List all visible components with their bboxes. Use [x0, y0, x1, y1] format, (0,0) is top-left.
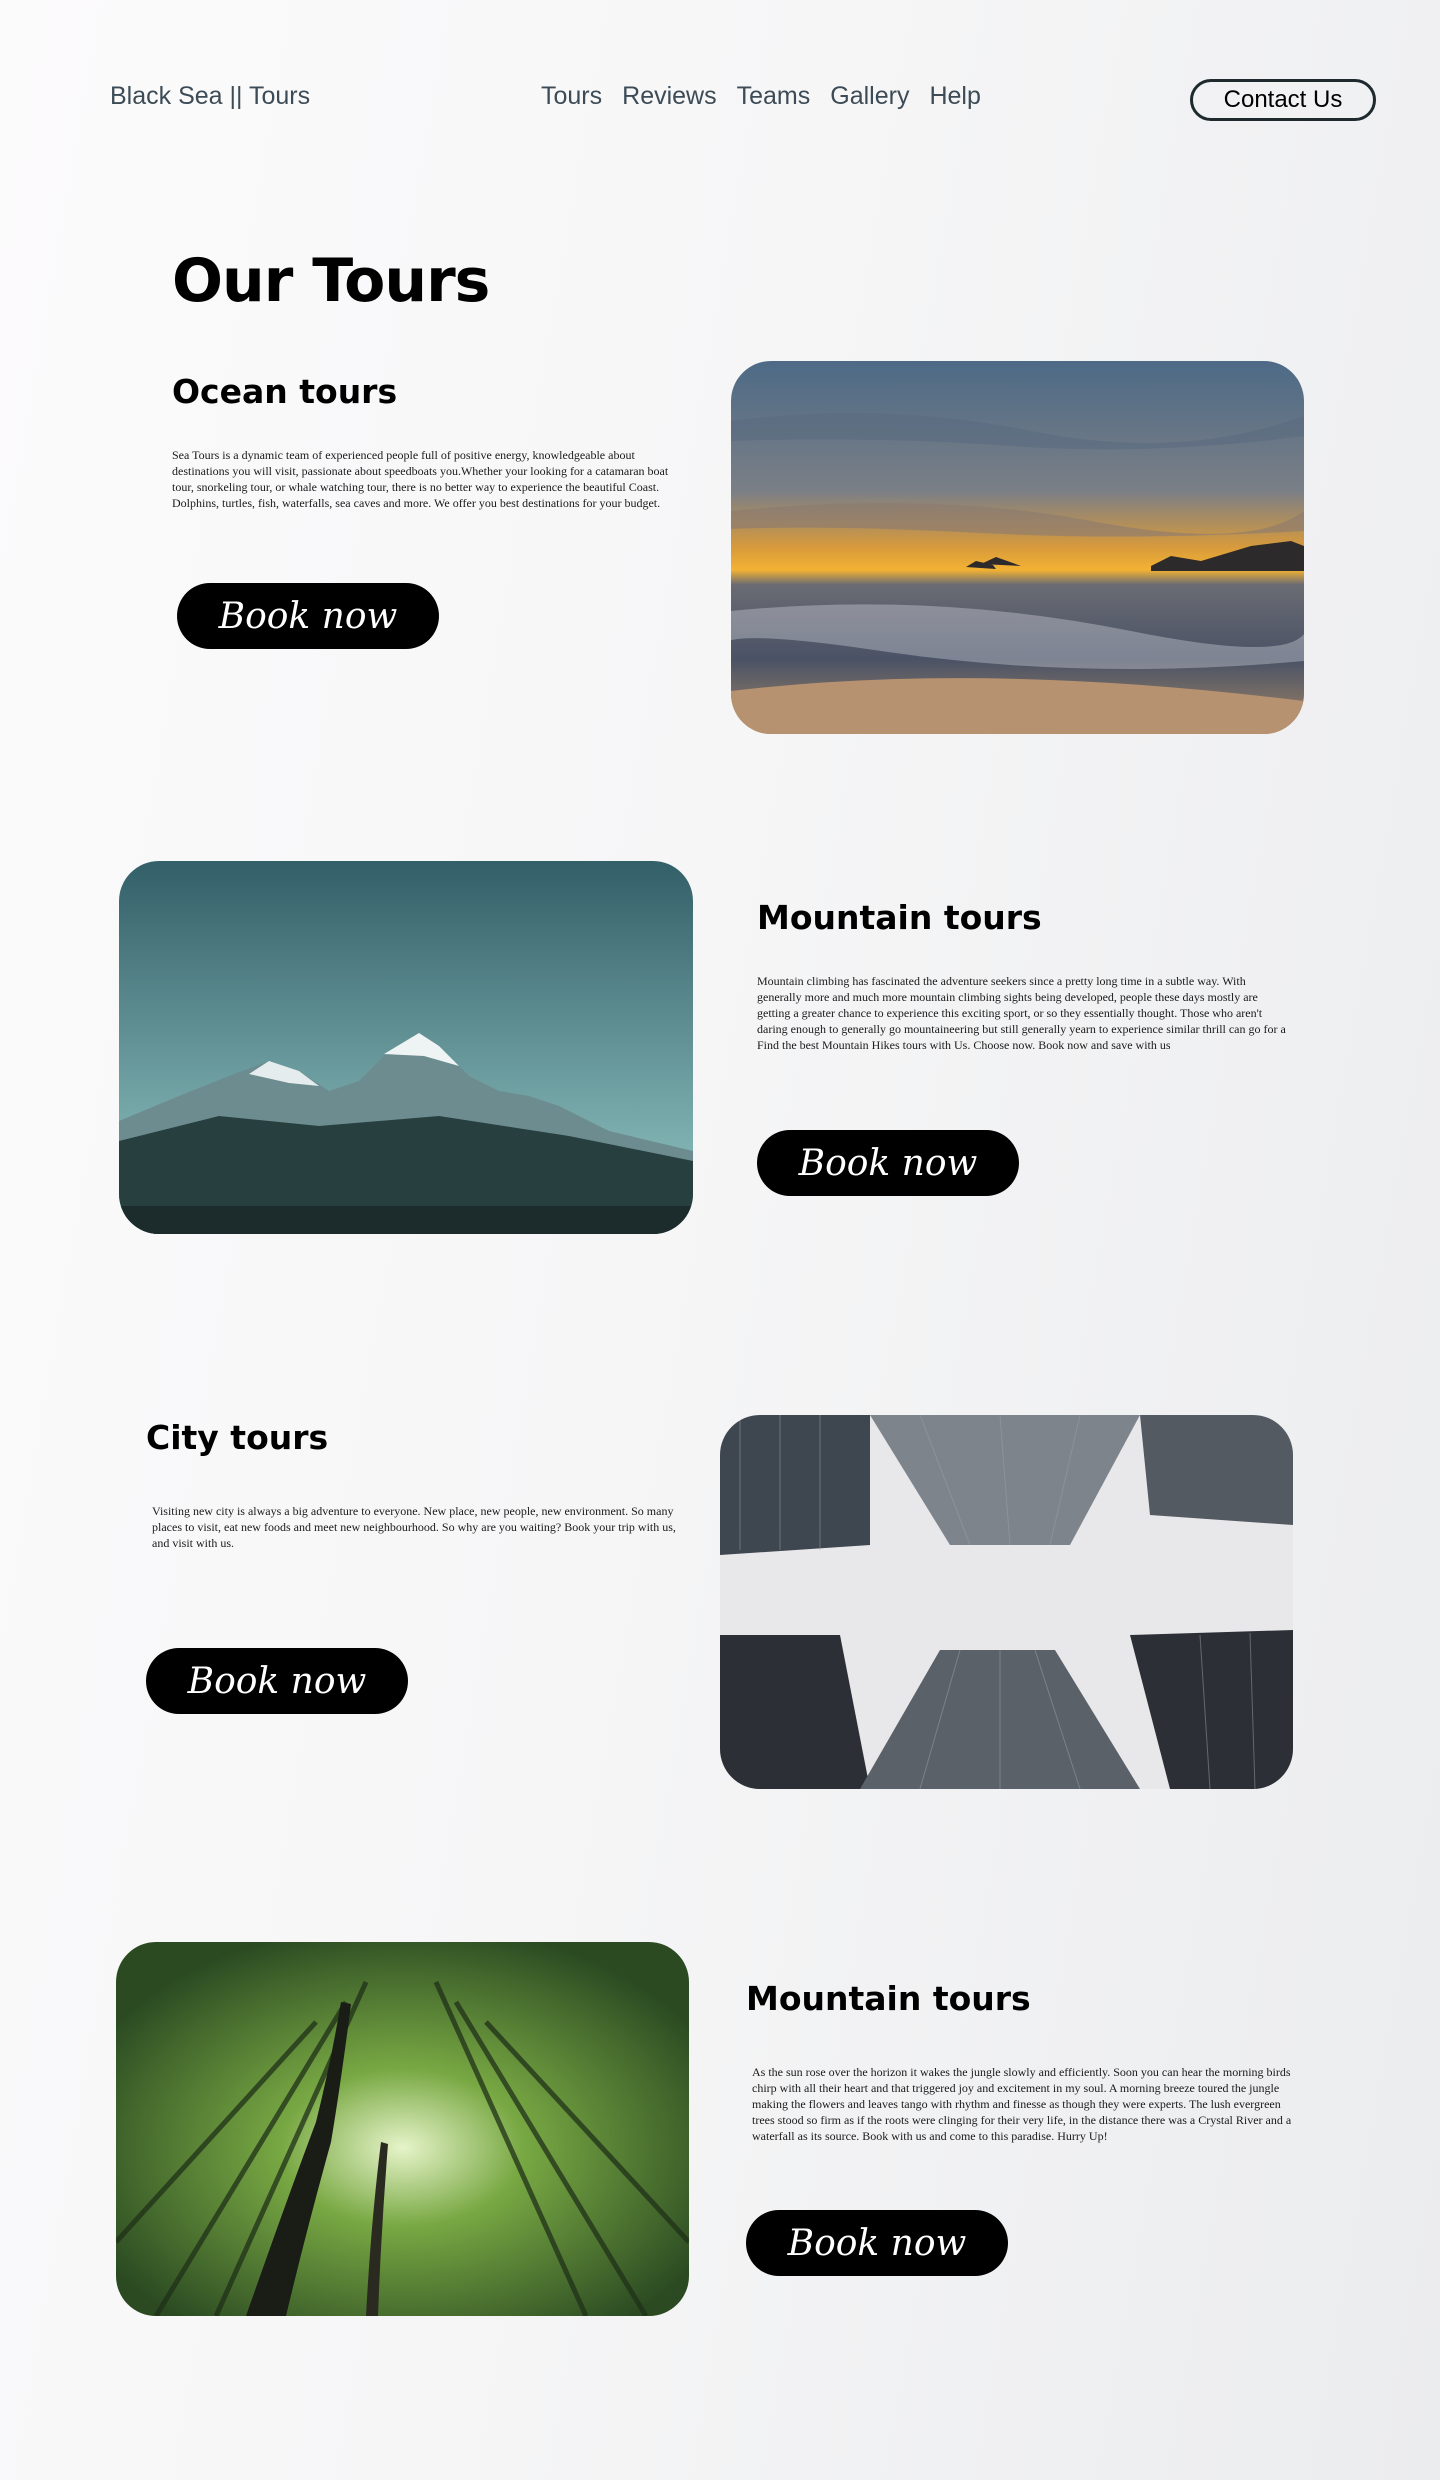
- tour-description: Mountain climbing has fascinated the adv…: [757, 974, 1286, 1052]
- nav-link-teams[interactable]: Teams: [737, 82, 811, 111]
- book-now-button[interactable]: Book now: [146, 1648, 408, 1714]
- nav-link-tours[interactable]: Tours: [541, 82, 602, 111]
- tour-description: As the sun rose over the horizon it wake…: [752, 2065, 1292, 2143]
- ocean-sunset-photo: [731, 361, 1304, 734]
- brand-logo-text[interactable]: Black Sea || Tours: [110, 82, 310, 111]
- tour-title: Ocean tours: [172, 372, 398, 411]
- book-now-button[interactable]: Book now: [757, 1130, 1019, 1196]
- tour-description: Visiting new city is always a big advent…: [152, 1504, 676, 1550]
- contact-us-button[interactable]: Contact Us: [1190, 79, 1376, 121]
- nav-link-gallery[interactable]: Gallery: [830, 82, 909, 111]
- tour-title: City tours: [146, 1418, 329, 1457]
- nav-link-reviews[interactable]: Reviews: [622, 82, 716, 111]
- tour-description: Sea Tours is a dynamic team of experienc…: [172, 448, 669, 510]
- book-now-button[interactable]: Book now: [177, 583, 439, 649]
- main-nav: Tours Reviews Teams Gallery Help: [541, 82, 981, 111]
- page-title: Our Tours: [172, 246, 490, 316]
- book-now-button[interactable]: Book now: [746, 2210, 1008, 2276]
- tour-title: Mountain tours: [757, 898, 1042, 937]
- city-skyscrapers-photo: [720, 1415, 1293, 1789]
- tour-title: Mountain tours: [746, 1979, 1031, 2018]
- mountain-peaks-photo: [119, 861, 693, 1234]
- bamboo-forest-photo: [116, 1942, 689, 2316]
- nav-link-help[interactable]: Help: [929, 82, 980, 111]
